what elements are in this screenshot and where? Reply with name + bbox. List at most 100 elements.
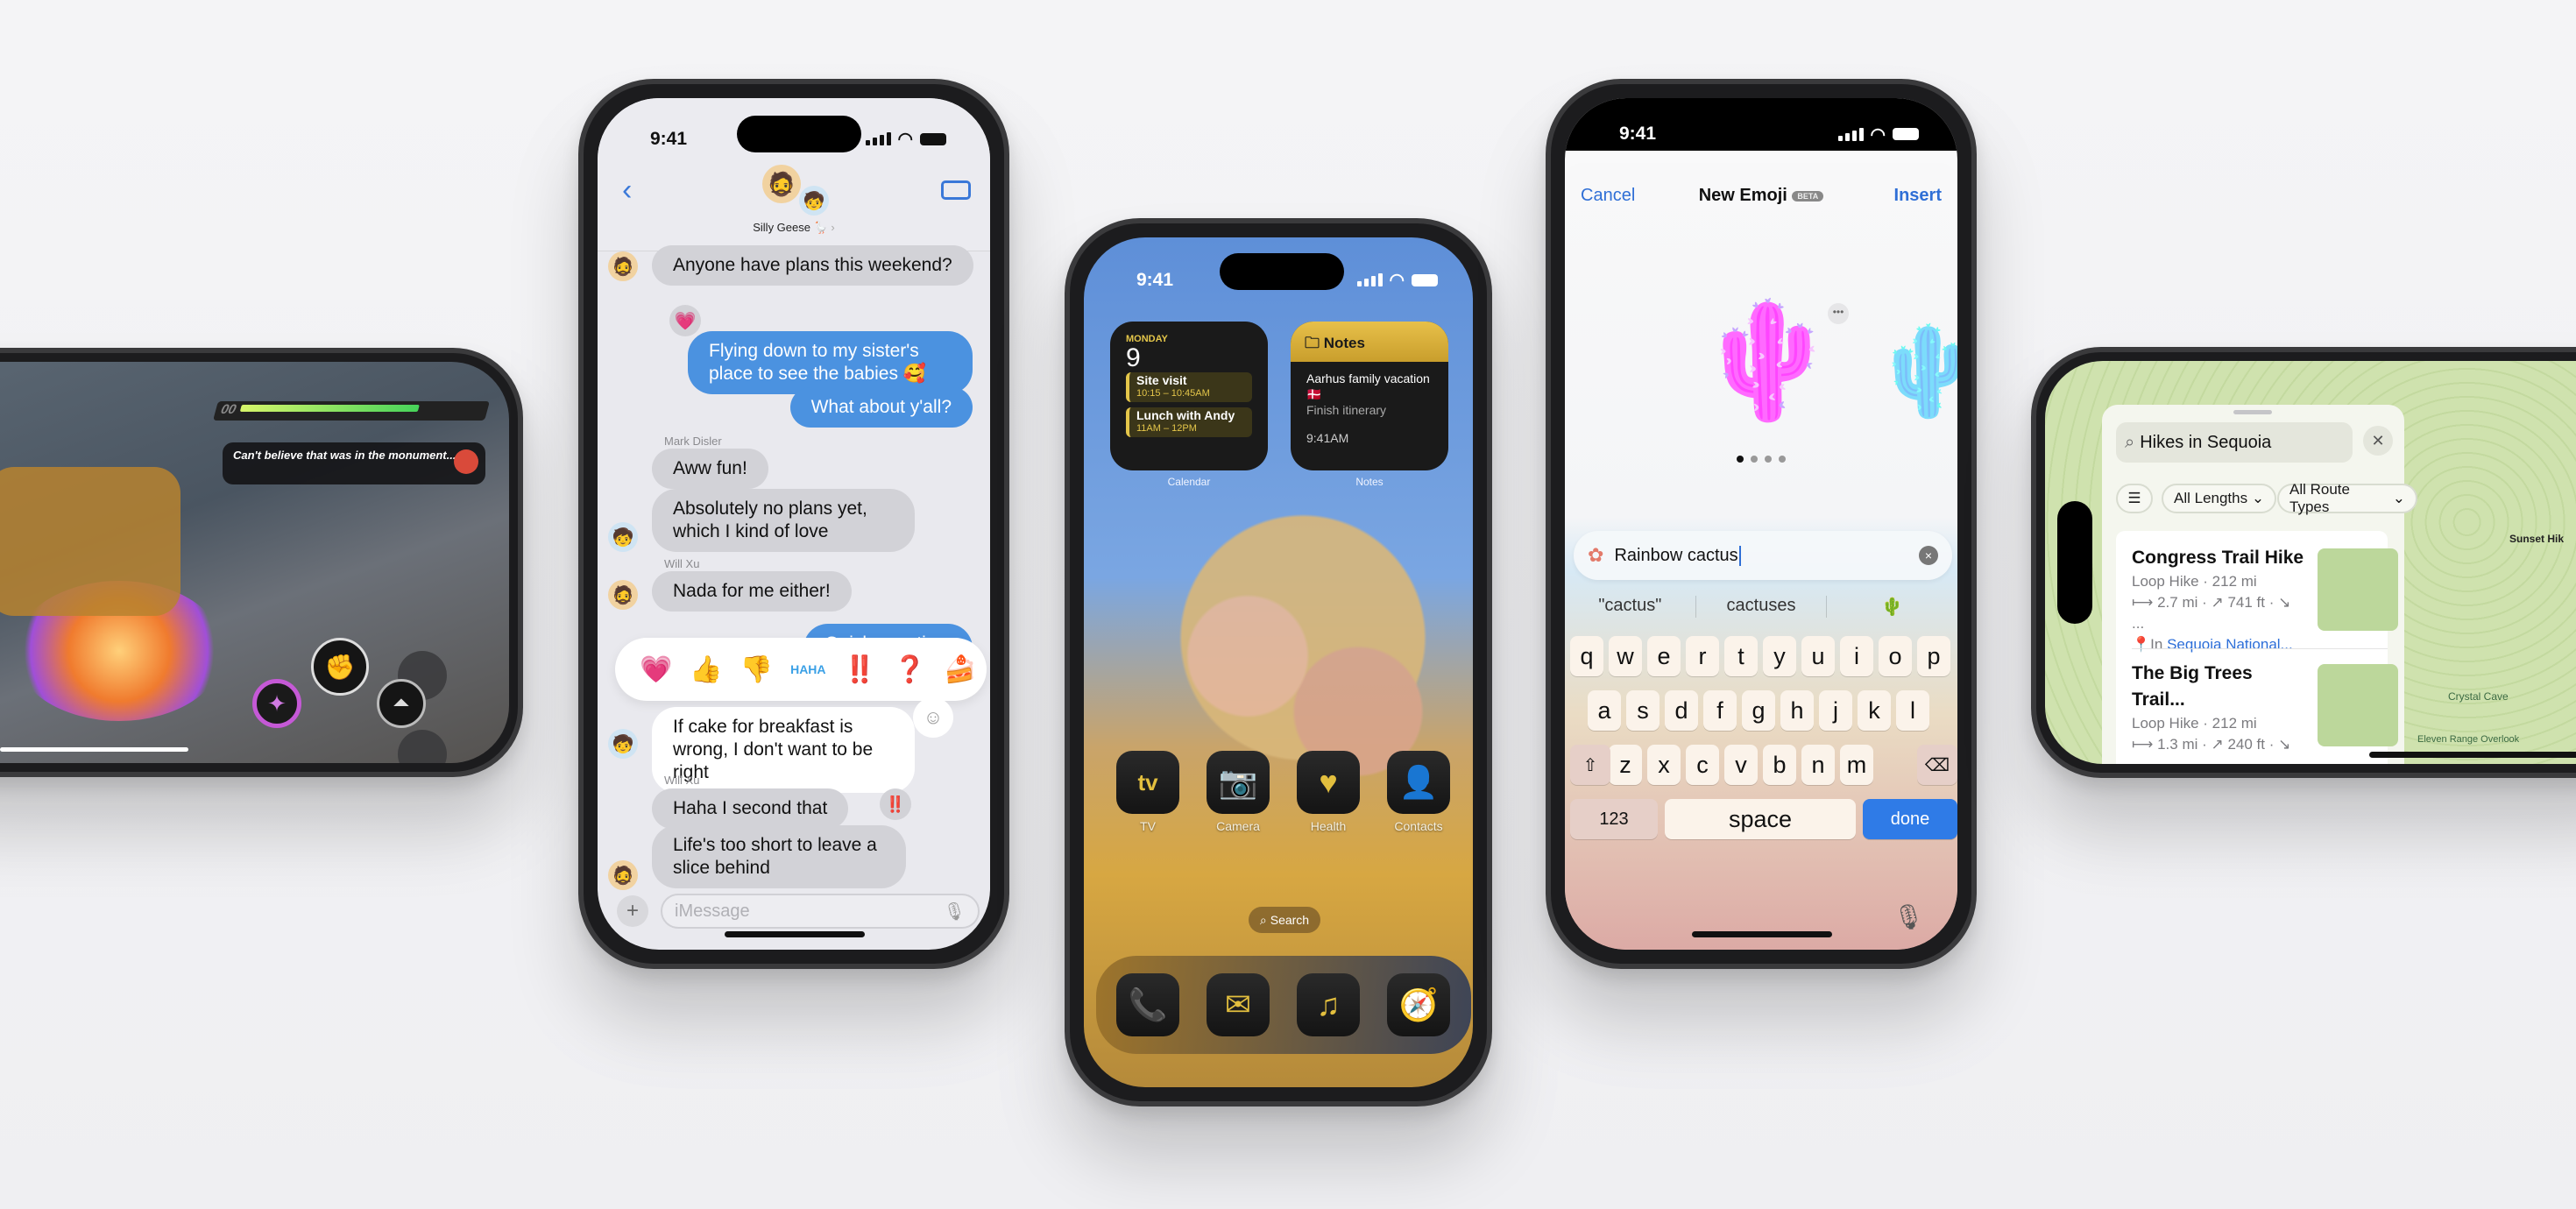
more-options-icon[interactable]: ••• [1828,303,1849,324]
key-z[interactable]: z [1609,745,1642,785]
message-bubble[interactable]: Haha I second that [652,788,849,829]
message-bubble-sent[interactable]: Flying down to my sister's place to see … [688,331,973,394]
key-m[interactable]: m [1840,745,1873,785]
key-e[interactable]: e [1647,636,1681,676]
app-contacts[interactable]: 👤 Contacts [1387,751,1450,833]
jump-button[interactable]: ⏶ [377,679,426,728]
search-pill[interactable]: ⌕ Search [1249,907,1320,933]
key-p[interactable]: p [1917,636,1950,676]
maps-screen: ⌕ Hikes in Sequoia ✕ ☰ All Lengths ⌄ All… [2045,361,2576,764]
tapback-option[interactable]: 💗 [640,654,672,685]
key-q[interactable]: q [1570,636,1603,676]
tapback-option[interactable]: 👎 [740,654,773,685]
dodge-button[interactable] [398,730,447,763]
key-b[interactable]: b [1763,745,1796,785]
key-r[interactable]: r [1686,636,1719,676]
clear-icon[interactable]: × [1919,546,1938,565]
key-j[interactable]: j [1819,690,1852,731]
facetime-video-icon[interactable] [941,180,971,200]
home-screen: 9:41 ◠ MONDAY 9 Site visit 10:15 – 10:45A… [1084,237,1473,1087]
key-h[interactable]: h [1780,690,1814,731]
dictation-microphone-icon[interactable]: 🎙 [1893,902,1924,931]
tapback-option[interactable]: 👍 [690,654,722,685]
result-item[interactable]: The Big Trees Trail... Loop Hike · 212 m… [2132,661,2307,764]
home-indicator [2369,752,2576,758]
filter-all-route-types[interactable]: All Route Types ⌄ [2277,481,2417,515]
message-bubble[interactable]: Nada for me either! [652,571,852,612]
suggestion[interactable]: 🌵 [1827,596,1957,618]
tapback-option[interactable]: ❓ [894,654,926,685]
search-field[interactable]: ⌕ Hikes in Sequoia [2116,422,2353,463]
next-emoji-preview[interactable]: 🌵 [1873,321,1957,423]
key-c[interactable]: c [1686,745,1719,785]
key-x[interactable]: x [1647,745,1681,785]
notes-widget[interactable]: 🗀 Notes Aarhus family vacation 🇩🇰 Finish… [1291,322,1448,470]
key-k[interactable]: k [1858,690,1891,731]
page-dot[interactable] [1751,456,1758,463]
key-i[interactable]: i [1840,636,1873,676]
status-bar: 9:41 ◠ [1565,98,1957,151]
key-u[interactable]: u [1801,636,1835,676]
message-bubble[interactable]: Life's too short to leave a slice behind [652,825,906,888]
panel-grabber[interactable] [2233,410,2272,414]
group-name[interactable]: Silly Geese 🪿 › [598,221,990,235]
space-key[interactable]: space [1665,799,1856,839]
speaker-avatar [454,449,478,474]
add-reaction-icon[interactable]: ☺ [913,697,953,738]
back-chevron-icon[interactable]: ‹ [622,173,632,208]
message-bubble[interactable]: Absolutely no plans yet, which I kind of… [652,489,915,552]
done-key[interactable]: done [1863,799,1957,839]
tapback-option[interactable]: ‼️ [844,654,876,685]
page-dot[interactable] [1779,456,1786,463]
message-bubble[interactable]: Aww fun! [652,449,768,489]
result-item[interactable]: Congress Trail Hike Loop Hike · 212 mi ⟼… [2132,545,2307,655]
app-camera[interactable]: 📷 Camera [1207,751,1270,833]
page-dot[interactable] [1737,456,1744,463]
page-dot[interactable] [1765,456,1772,463]
suggestion[interactable]: "cactus" [1565,596,1695,618]
add-attachment-button[interactable]: + [617,895,648,927]
suggestion[interactable]: cactuses [1695,596,1828,618]
message-bubble-sent[interactable]: What about y'all? [789,387,973,428]
numbers-key[interactable]: 123 [1570,799,1658,839]
filter-all-lengths[interactable]: All Lengths ⌄ [2162,484,2277,513]
dynamic-island [2057,501,2092,624]
key-a[interactable]: a [1588,690,1621,731]
note-subtitle: Finish itinerary [1306,403,1387,417]
key-t[interactable]: t [1724,636,1758,676]
dock-music[interactable]: ♫ [1297,973,1360,1036]
punch-button[interactable]: ✊ [311,638,369,696]
key-y[interactable]: y [1763,636,1796,676]
dock-phone[interactable]: 📞 [1116,973,1179,1036]
dock-mail[interactable]: ✉ [1207,973,1270,1036]
close-icon[interactable]: ✕ [2363,426,2393,456]
key-f[interactable]: f [1703,690,1737,731]
generated-emoji-cactus[interactable]: 🌵 [1696,294,1838,426]
special-attack-button[interactable]: ✦ [252,679,301,728]
key-l[interactable]: l [1896,690,1929,731]
app-tv[interactable]: tv TV [1116,751,1179,833]
delete-key[interactable]: ⌫ [1917,745,1957,785]
key-v[interactable]: v [1724,745,1758,785]
insert-button[interactable]: Insert [1894,186,1942,206]
key-s[interactable]: s [1626,690,1660,731]
app-health[interactable]: ♥ Health [1297,751,1360,833]
filter-options-button[interactable]: ☰ [2116,484,2153,513]
group-avatar-primary[interactable]: 🧔 [762,165,801,203]
note-title: Aarhus family vacation 🇩🇰 [1306,371,1430,401]
message-input[interactable]: iMessage 🎙 [661,894,980,929]
tapback-option[interactable]: 🍰 [944,654,976,685]
key-d[interactable]: d [1665,690,1698,731]
key-n[interactable]: n [1801,745,1835,785]
calendar-widget[interactable]: MONDAY 9 Site visit 10:15 – 10:45AM Lunch… [1110,322,1268,470]
key-w[interactable]: w [1609,636,1642,676]
shift-key[interactable]: ⇧ [1570,745,1610,785]
message-bubble[interactable]: Anyone have plans this weekend? [652,245,973,286]
emoji-prompt-field[interactable]: ✿ Rainbow cactus × [1574,531,1952,580]
dock-safari[interactable]: 🧭 [1387,973,1450,1036]
key-o[interactable]: o [1879,636,1912,676]
tapback-option[interactable]: HAHA [790,662,825,676]
battery-icon [920,132,946,145]
microphone-icon[interactable]: 🎙 [944,901,966,923]
key-g[interactable]: g [1742,690,1775,731]
